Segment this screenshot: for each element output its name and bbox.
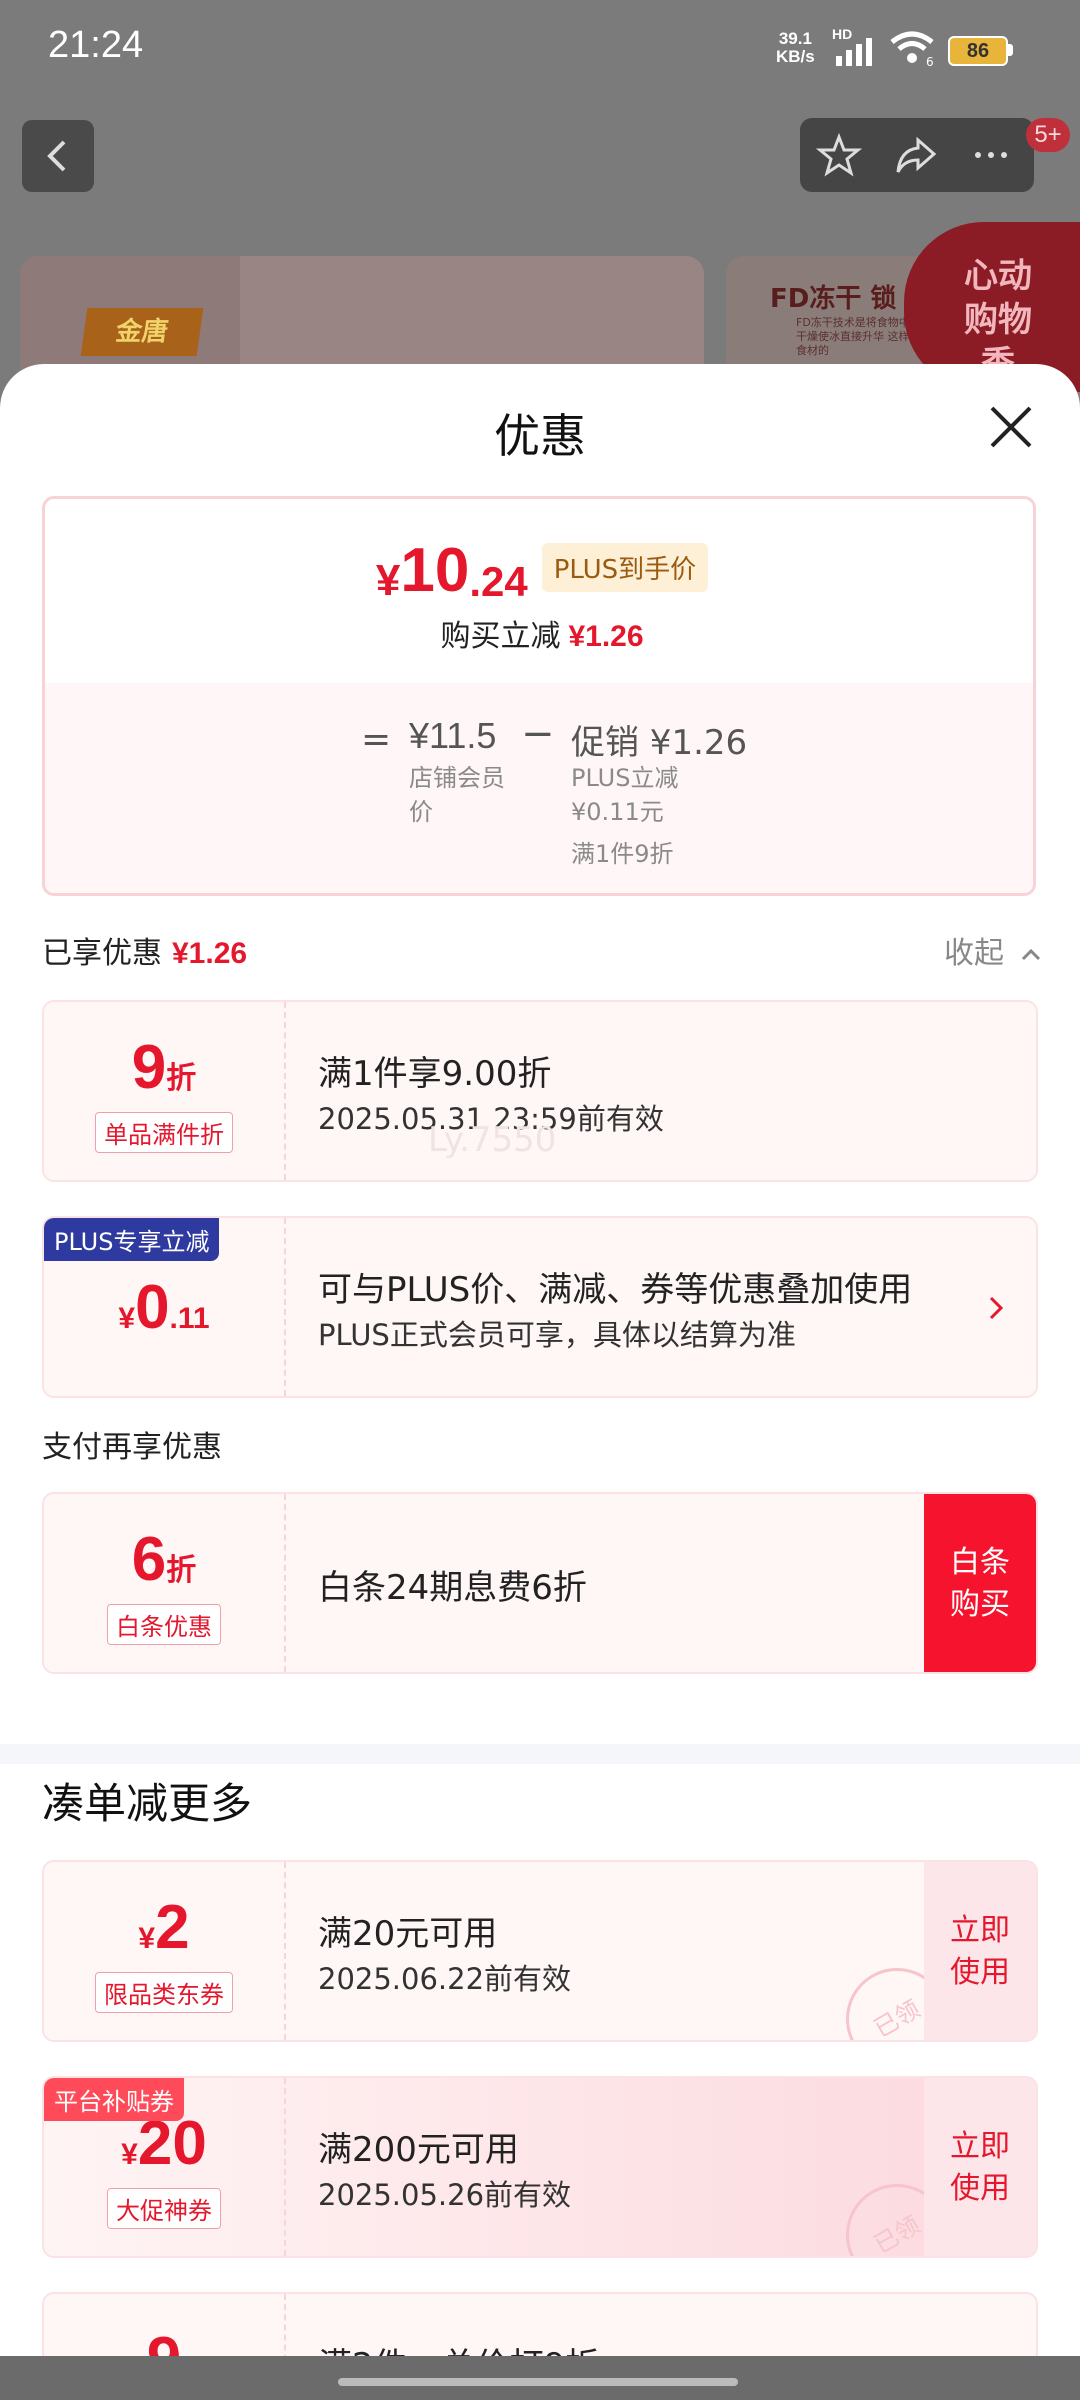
baitiao-buy-button[interactable]: 白条购买 bbox=[924, 1494, 1036, 1672]
more-icon[interactable] bbox=[968, 132, 1014, 178]
svg-text:6: 6 bbox=[926, 55, 934, 66]
card-title: 满1件享9.00折 bbox=[318, 1054, 552, 1094]
coupon-card: ¥2 限品类东券 满20元可用 2025.06.22前有效 已领 立即使用 bbox=[42, 1860, 1038, 2042]
base-price: ¥11.5 bbox=[409, 715, 497, 756]
card-title: 可与PLUS价、满减、券等优惠叠加使用 bbox=[318, 1270, 913, 1310]
subsidy-corner-tag: 平台补贴券 bbox=[44, 2078, 184, 2121]
equals-sign: = bbox=[361, 719, 392, 760]
enjoyed-discount: 已享优惠 ¥1.26 bbox=[42, 936, 248, 971]
coupon-expiry: 2025.06.22前有效 bbox=[318, 1962, 572, 1996]
close-icon[interactable] bbox=[986, 402, 1036, 452]
price-summary: ¥10.24 PLUS到手价 购买立减 ¥1.26 = ¥11.5 店铺会员价 − … bbox=[42, 496, 1036, 896]
brand-logo: 金唐 bbox=[80, 308, 204, 356]
more-discount-title: 凑单减更多 bbox=[42, 1779, 253, 1828]
reduce-row: 购买立减 ¥1.26 bbox=[440, 619, 644, 654]
minus-sign: − bbox=[521, 711, 555, 757]
star-icon[interactable] bbox=[816, 132, 862, 178]
use-now-button[interactable]: 立即使用 bbox=[924, 1862, 1036, 2040]
collapse-button[interactable]: 收起 bbox=[944, 928, 1042, 972]
toolbar bbox=[800, 118, 1034, 192]
battery-tip bbox=[1008, 44, 1013, 56]
final-price: ¥10.24 PLUS到手价 bbox=[45, 535, 1033, 606]
coupon-expiry: 2025.05.26前有效 bbox=[318, 2178, 572, 2212]
chevron-up-icon bbox=[1021, 948, 1040, 961]
pay-discount-card: 6折 白条优惠 白条24期息费6折 白条购买 bbox=[42, 1492, 1038, 1674]
clock: 21:24 bbox=[48, 24, 144, 66]
share-icon[interactable] bbox=[892, 132, 938, 178]
back-button[interactable] bbox=[22, 120, 94, 192]
message-badge: 5+ bbox=[1026, 118, 1070, 152]
promo-amount: 促销 ¥1.26 bbox=[571, 723, 748, 763]
home-indicator[interactable] bbox=[338, 2378, 738, 2386]
signal-icon bbox=[836, 38, 872, 66]
watermark: Ly.7550 bbox=[428, 1120, 557, 1160]
plus-corner-tag: PLUS专享立减 bbox=[44, 1218, 220, 1261]
card-subtitle: PLUS正式会员可享，具体以结算为准 bbox=[318, 1318, 796, 1352]
sheet-title: 优惠 bbox=[494, 409, 586, 463]
chevron-right-icon bbox=[989, 1296, 1004, 1320]
coupon-title: 满200元可用 bbox=[318, 2130, 519, 2170]
plus-price-tag: PLUS到手价 bbox=[541, 543, 709, 592]
section-divider bbox=[0, 1744, 1080, 1764]
base-price-label: 店铺会员价 bbox=[409, 764, 505, 826]
coupon-title: 满20元可用 bbox=[318, 1914, 498, 1954]
status-bar: 21:24 39.1 KB/s HD 6 86 bbox=[0, 0, 1080, 100]
coupon-tag: 大促神券 bbox=[107, 2188, 221, 2229]
card-title: 白条24期息费6折 bbox=[318, 1568, 587, 1608]
coupon-tag: 限品类东券 bbox=[95, 1972, 233, 2013]
battery-icon: 86 bbox=[948, 36, 1008, 66]
discount-tag: 白条优惠 bbox=[107, 1604, 221, 1645]
back-arrow-icon bbox=[47, 140, 66, 172]
discount-sheet: 优惠 ¥10.24 PLUS到手价 购买立减 ¥1.26 = ¥11.5 店铺会员价… bbox=[0, 364, 1080, 2400]
discount-card-plus[interactable]: ¥0.11 PLUS专享立减 可与PLUS价、满减、券等优惠叠加使用 PLUS正… bbox=[42, 1216, 1038, 1398]
promo-details: PLUS立减 ¥0.11元 满1件9折 bbox=[571, 764, 679, 868]
discount-tag: 单品满件折 bbox=[95, 1112, 233, 1153]
coupon-card: ¥20 大促神券 平台补贴券 满200元可用 2025.05.26前有效 已领 … bbox=[42, 2076, 1038, 2258]
wifi-icon: 6 bbox=[890, 31, 934, 66]
use-now-button[interactable]: 立即使用 bbox=[924, 2078, 1036, 2256]
network-speed: 39.1 KB/s bbox=[776, 29, 815, 66]
pay-discount-label: 支付再享优惠 bbox=[42, 1430, 222, 1465]
promo-title: FD冻干 锁 bbox=[770, 284, 897, 314]
